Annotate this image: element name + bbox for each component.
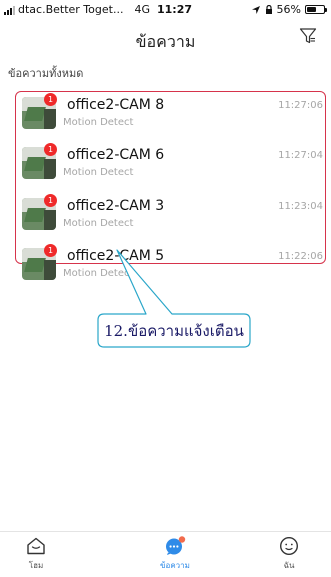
tab-home-label: โฮม: [28, 561, 44, 570]
tab-messages-label: ข้อความ: [160, 561, 190, 570]
message-subtitle: Motion Detect: [63, 167, 134, 178]
unread-badge: 1: [44, 93, 57, 106]
message-item[interactable]: 1 office2-CAM 6 Motion Detect 11:27:04: [20, 143, 325, 185]
tab-profile[interactable]: ฉัน: [259, 536, 319, 572]
tab-messages[interactable]: ข้อความ: [145, 536, 205, 572]
message-title: office2-CAM 8: [67, 97, 165, 113]
section-label: ข้อความทั้งหมด: [8, 67, 84, 80]
message-time: 11:27:04: [278, 150, 323, 161]
message-time: 11:27:06: [278, 100, 323, 111]
battery-percent: 56%: [276, 3, 301, 16]
location-icon: [251, 5, 260, 14]
message-icon: [166, 536, 186, 555]
message-time: 11:22:06: [278, 251, 323, 262]
message-subtitle: Motion Detect: [63, 268, 134, 279]
unread-badge: 1: [44, 244, 57, 257]
network-type: 4G: [134, 3, 150, 16]
message-time: 11:23:04: [278, 201, 323, 212]
unread-badge: 1: [44, 194, 57, 207]
signal-icon: [4, 5, 15, 15]
message-subtitle: Motion Detect: [63, 218, 134, 229]
status-bar: dtac.Better Toget... 4G 11:27 56%: [0, 0, 331, 20]
nav-bar: [0, 22, 331, 50]
profile-icon: [279, 536, 299, 556]
filter-icon[interactable]: [299, 27, 317, 45]
callout-bubble: [97, 249, 251, 348]
status-time: 11:27: [156, 3, 192, 16]
status-right: 56%: [251, 3, 327, 16]
home-icon: [27, 537, 45, 555]
message-item[interactable]: 1 office2-CAM 8 Motion Detect 11:27:06: [20, 93, 325, 135]
message-title: office2-CAM 3: [67, 198, 165, 214]
tab-profile-label: ฉัน: [283, 561, 295, 570]
message-item[interactable]: 1 office2-CAM 5 Motion Detect 11:22:06: [20, 244, 325, 286]
tab-bar: โฮม ข้อความ ฉัน: [0, 531, 331, 577]
tab-home[interactable]: โฮม: [6, 536, 66, 572]
battery-icon: [305, 5, 327, 14]
unread-badge: 1: [44, 143, 57, 156]
battery-level: [307, 7, 316, 12]
lock-rotation-icon: [265, 4, 272, 14]
message-title: office2-CAM 6: [67, 147, 165, 163]
carrier-name: dtac.Better Toget...: [18, 3, 124, 16]
message-title: office2-CAM 5: [67, 248, 165, 264]
message-item[interactable]: 1 office2-CAM 3 Motion Detect 11:23:04: [20, 194, 325, 236]
message-subtitle: Motion Detect: [63, 117, 134, 128]
status-left: dtac.Better Toget... 4G 11:27: [4, 3, 192, 16]
callout-label: 12.ข้อความแจ้งเตือน: [104, 322, 244, 340]
